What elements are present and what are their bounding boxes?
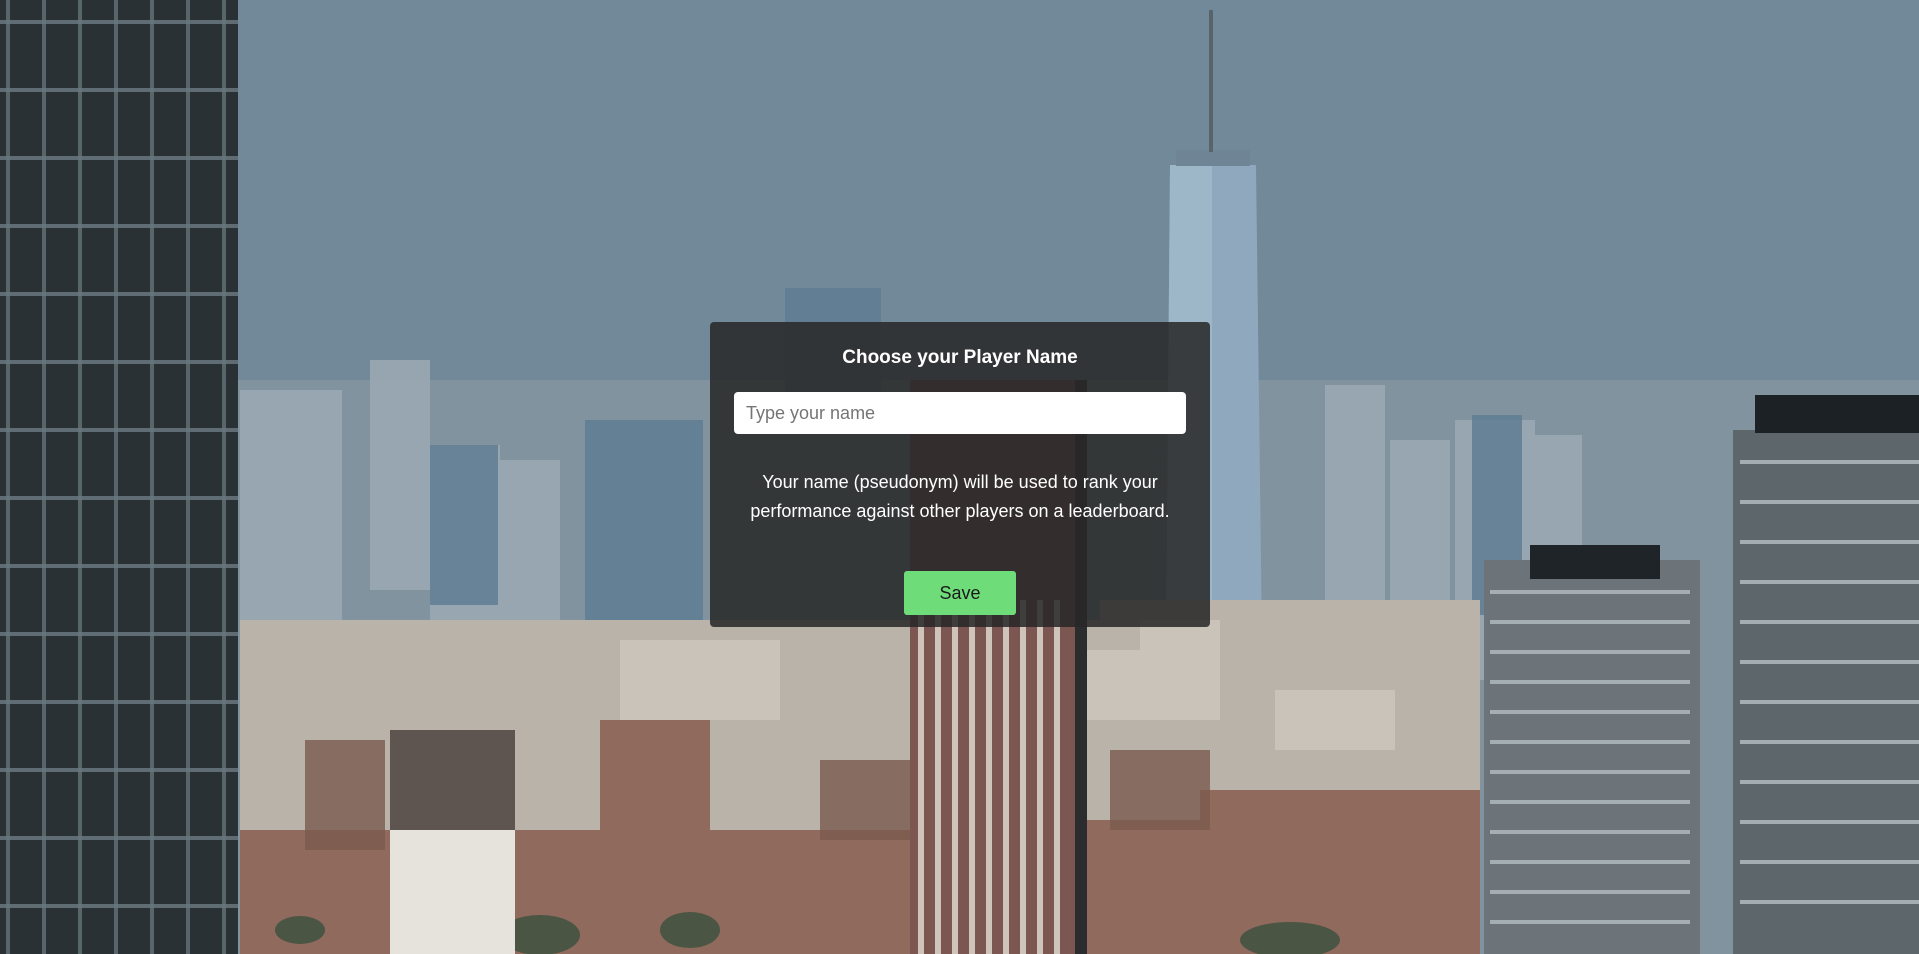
- save-button[interactable]: Save: [904, 571, 1016, 615]
- leaderboard-hint: Your name (pseudonym) will be used to ra…: [750, 472, 1170, 521]
- background-scene: Choose your Player Name Your name (pseud…: [0, 0, 1919, 954]
- player-name-dialog: Choose your Player Name Your name (pseud…: [710, 322, 1210, 627]
- player-name-input[interactable]: [734, 392, 1186, 434]
- dialog-title: Choose your Player Name: [842, 347, 1078, 368]
